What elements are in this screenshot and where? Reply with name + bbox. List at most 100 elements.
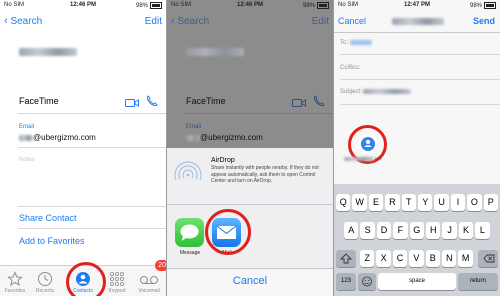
voicemail-badge: 20 xyxy=(155,260,166,271)
tab-recents[interactable]: Recents xyxy=(30,271,60,294)
edit-button: Edit xyxy=(311,16,329,27)
battery-indicator: 98% xyxy=(470,2,496,9)
key-n[interactable]: N xyxy=(442,250,457,267)
backspace-icon xyxy=(483,254,495,263)
back-label: Search xyxy=(177,16,210,27)
airdrop-description: Share instantly with people nearby. If t… xyxy=(211,165,319,184)
facetime-audio-button[interactable] xyxy=(146,94,158,112)
tab-voicemail[interactable]: Voicemail xyxy=(134,271,164,294)
subject-field[interactable]: Subject: xyxy=(340,89,412,95)
add-to-favorites-button[interactable]: Add to Favorites xyxy=(19,236,85,246)
tab-recents-label: Recents xyxy=(35,288,55,294)
back-label: Search xyxy=(10,16,43,27)
key-r[interactable]: R xyxy=(385,194,400,211)
share-contact-button[interactable]: Share Contact xyxy=(19,213,77,223)
facetime-label: FaceTime xyxy=(19,96,59,106)
numbers-key[interactable]: 123 xyxy=(336,273,356,290)
key-i[interactable]: I xyxy=(450,194,466,211)
facetime-label: FaceTime xyxy=(186,96,226,106)
attachment-filename: .vcf xyxy=(344,156,382,162)
key-q[interactable]: Q xyxy=(336,194,351,211)
key-m[interactable]: M xyxy=(458,250,473,267)
tab-favorites[interactable]: Favorites xyxy=(0,271,30,294)
contact-card-panel: No SIM 12:46 PM 98% ‹ Search Edit FaceTi… xyxy=(0,0,166,296)
to-field[interactable]: To: xyxy=(340,40,372,46)
cancel-button[interactable]: Cancel xyxy=(338,16,366,26)
dimmed-background: No SIM 12:46 PM 98% ‹ Search Edit FaceTi… xyxy=(167,0,333,148)
tab-voicemail-label: Voicemail xyxy=(138,288,160,294)
key-k[interactable]: K xyxy=(458,222,474,239)
keypad-grid-icon xyxy=(109,271,124,286)
divider xyxy=(340,54,500,55)
key-c[interactable]: C xyxy=(392,250,408,267)
key-f[interactable]: F xyxy=(393,222,408,239)
battery-icon xyxy=(484,2,496,9)
key-v[interactable]: V xyxy=(409,250,424,267)
key-y[interactable]: Y xyxy=(418,194,433,211)
key-j[interactable]: J xyxy=(442,222,457,239)
facetime-video-button[interactable] xyxy=(125,95,139,113)
back-search-button[interactable]: ‹ Search xyxy=(4,15,42,27)
compose-title-redacted xyxy=(392,18,444,25)
battery-indicator: 98% xyxy=(136,2,162,9)
chevron-left-icon: ‹ xyxy=(4,15,8,27)
airdrop-icon xyxy=(173,156,203,191)
email-value: @ubergizmo.com xyxy=(186,133,263,142)
edit-button[interactable]: Edit xyxy=(145,16,162,27)
share-sheet-panel: No SIM 12:46 PM 98% ‹ Search Edit FaceTi… xyxy=(167,0,333,296)
key-z[interactable]: Z xyxy=(360,250,375,267)
shift-key[interactable] xyxy=(336,250,356,267)
key-d[interactable]: D xyxy=(376,222,392,239)
subject-redacted xyxy=(363,89,412,94)
battery-icon xyxy=(150,2,162,9)
phone-icon xyxy=(146,95,158,107)
tab-keypad[interactable]: Keypad xyxy=(102,271,132,294)
key-a[interactable]: A xyxy=(344,222,359,239)
divider xyxy=(18,113,166,114)
phone-icon xyxy=(313,95,325,107)
key-g[interactable]: G xyxy=(409,222,424,239)
status-bar: No SIM 12:46 PM 98% xyxy=(167,0,333,11)
return-key[interactable]: return xyxy=(458,273,498,290)
key-t[interactable]: T xyxy=(401,194,416,211)
key-p[interactable]: P xyxy=(483,194,498,211)
space-key[interactable]: space xyxy=(378,273,456,290)
notes-label: Notes xyxy=(19,157,35,163)
keyboard: QWERTYUIOP ASDFGHJKL ZXCVBNM 123 space r… xyxy=(334,184,500,296)
divider xyxy=(18,206,166,207)
key-s[interactable]: S xyxy=(360,222,375,239)
key-o[interactable]: O xyxy=(467,194,482,211)
to-recipient-redacted xyxy=(349,40,372,45)
email-user-redacted xyxy=(19,134,33,141)
divider xyxy=(18,147,166,148)
delete-key[interactable] xyxy=(478,250,498,267)
cancel-area: Cancel xyxy=(167,268,333,296)
divider xyxy=(340,79,500,80)
share-sheet: AirDrop Share instantly with people near… xyxy=(167,148,333,268)
key-w[interactable]: W xyxy=(352,194,367,211)
key-e[interactable]: E xyxy=(368,194,384,211)
highlight-circle-mail xyxy=(205,209,251,255)
key-x[interactable]: X xyxy=(376,250,391,267)
key-b[interactable]: B xyxy=(425,250,440,267)
cancel-button[interactable]: Cancel xyxy=(167,275,333,287)
divider xyxy=(18,228,166,229)
mail-compose-panel: No SIM 12:47 PM 98% Cancel Send To: Cc/B… xyxy=(334,0,500,296)
speech-bubble-icon xyxy=(180,224,199,241)
message-app-button[interactable] xyxy=(175,218,204,247)
emoji-key[interactable] xyxy=(358,273,376,290)
email-user-redacted xyxy=(186,134,200,141)
divider xyxy=(340,104,500,105)
video-camera-icon xyxy=(292,99,306,107)
divider xyxy=(167,204,333,205)
email-value[interactable]: @ubergizmo.com xyxy=(19,133,96,142)
chevron-left-icon: ‹ xyxy=(171,15,175,27)
send-button[interactable]: Send xyxy=(473,16,495,26)
tab-keypad-label: Keypad xyxy=(108,288,126,294)
key-l[interactable]: L xyxy=(475,222,490,239)
email-label: Email xyxy=(186,124,202,130)
key-h[interactable]: H xyxy=(426,222,441,239)
divider xyxy=(185,113,333,114)
key-u[interactable]: U xyxy=(434,194,449,211)
ccbcc-field[interactable]: Cc/Bcc: xyxy=(340,65,361,71)
